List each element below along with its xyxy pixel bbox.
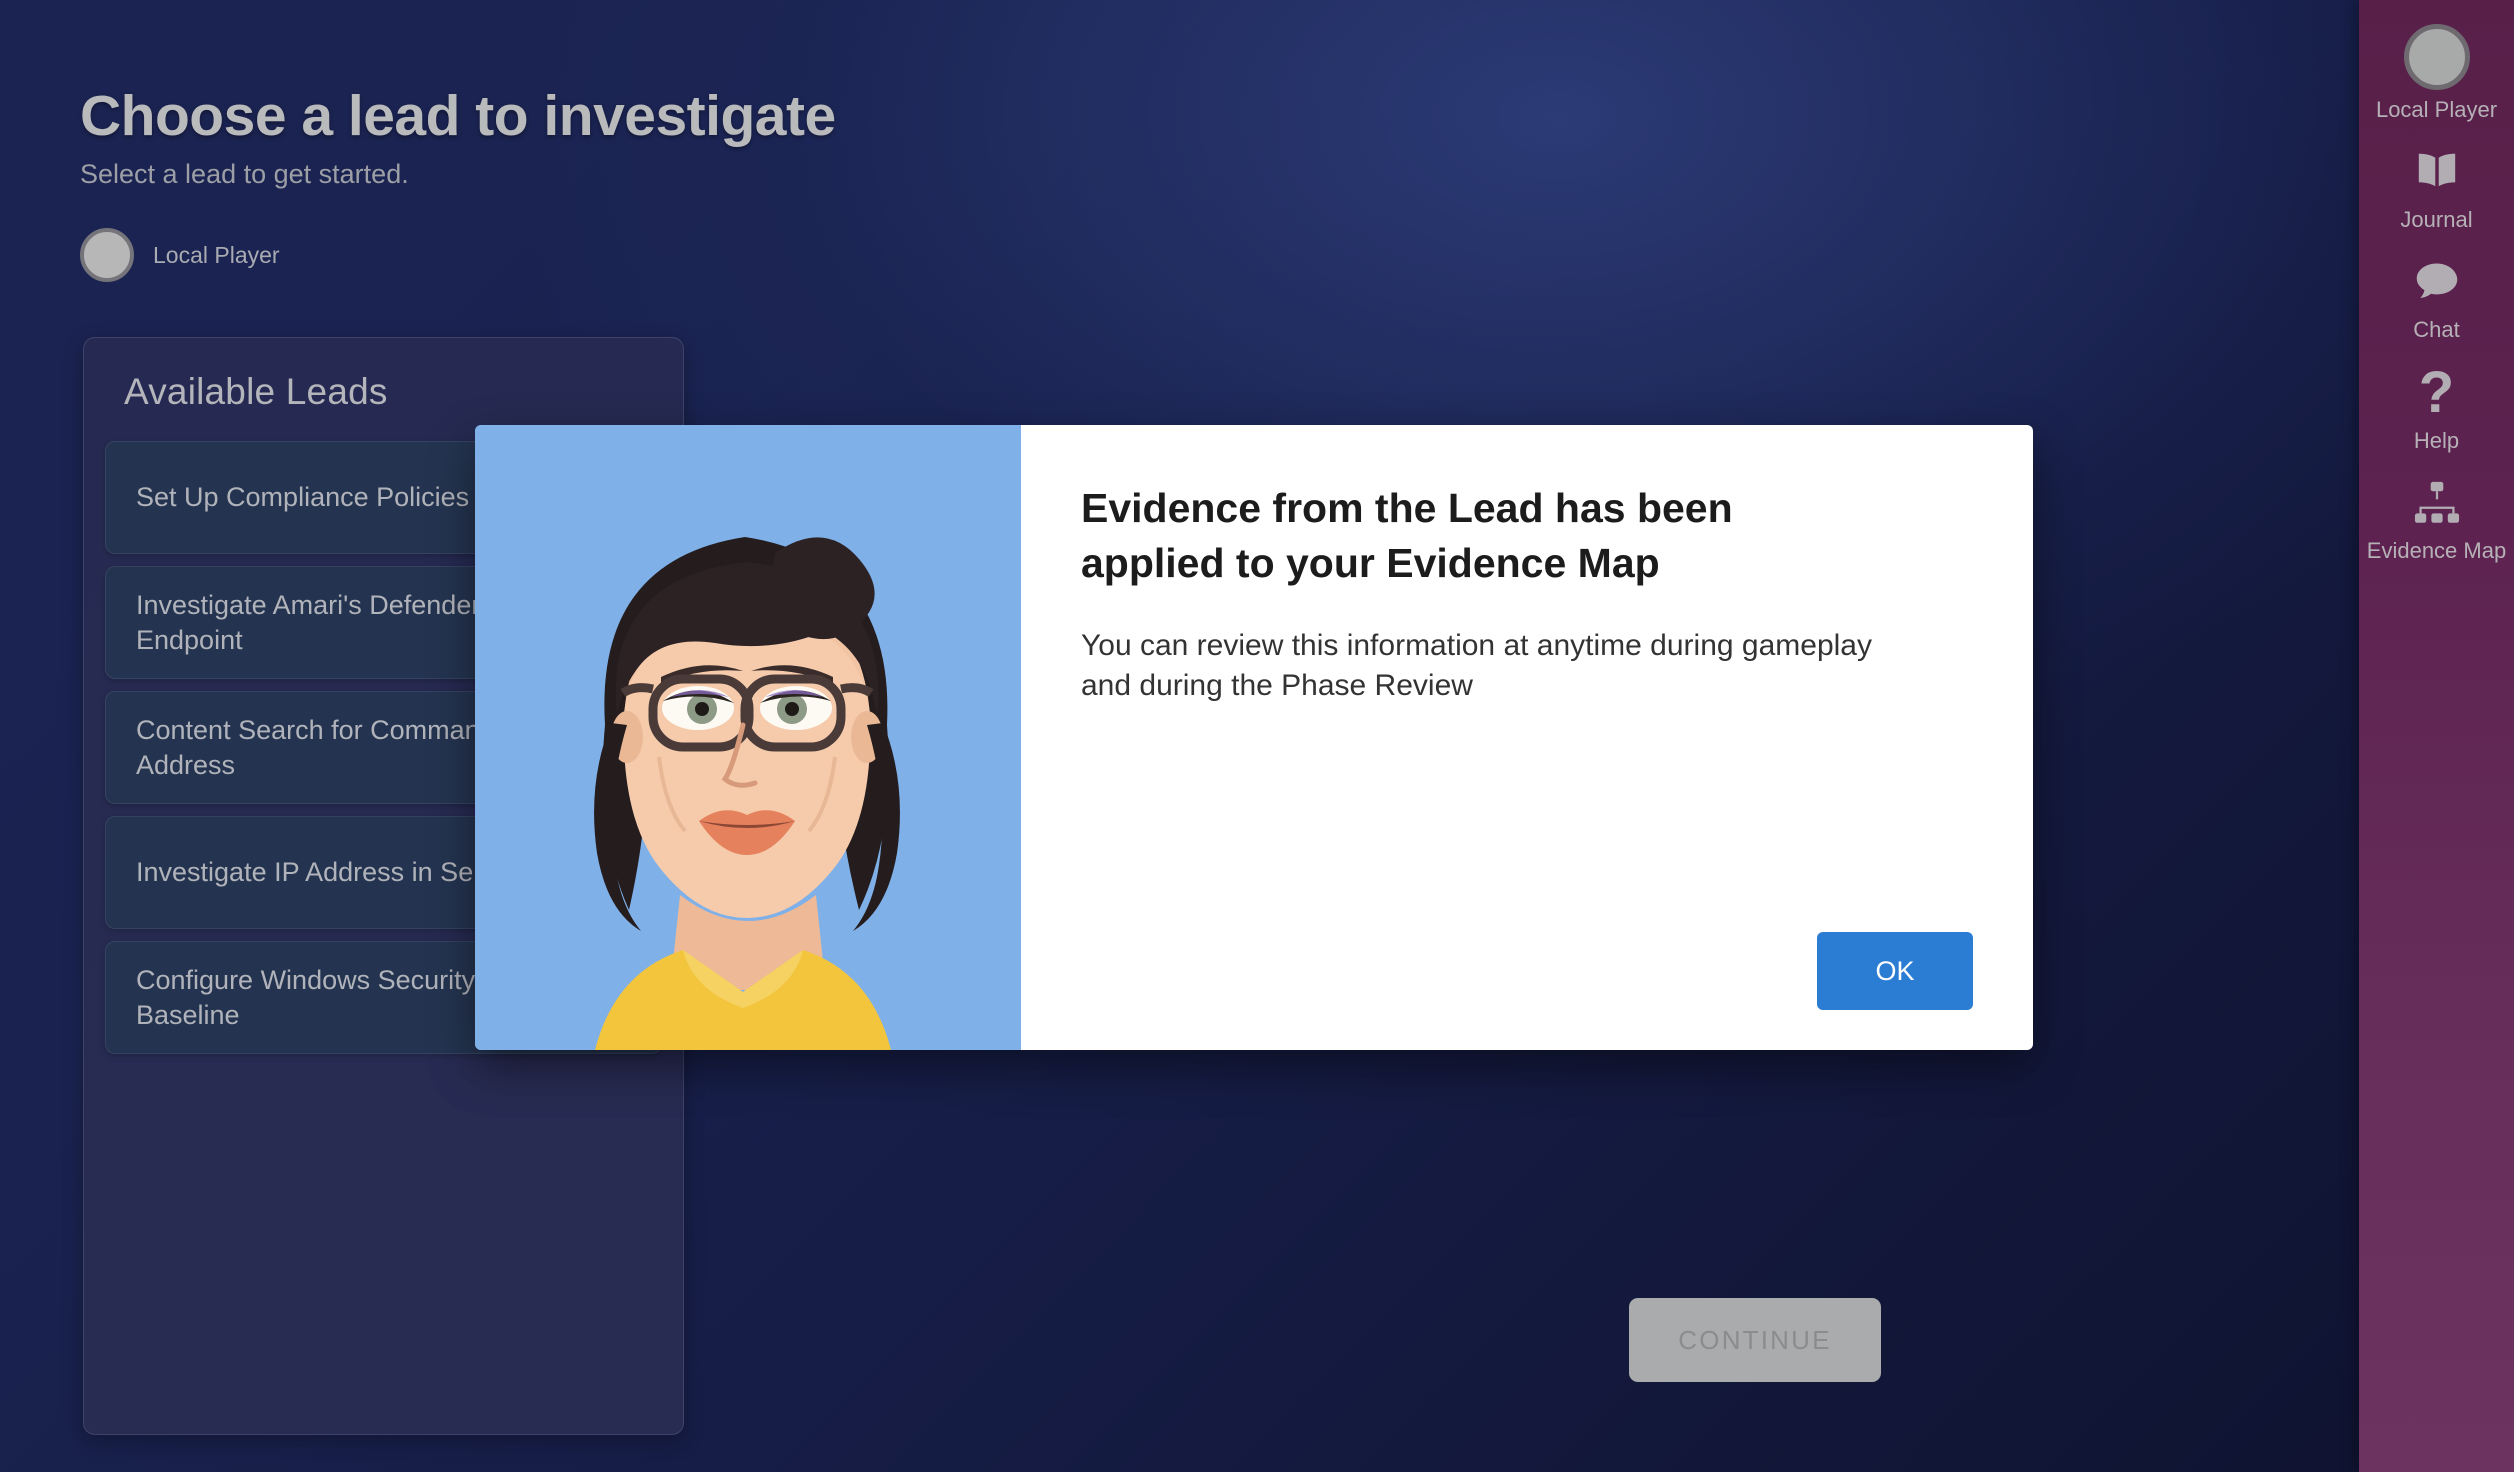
sidebar-item-label: Evidence Map [2366, 537, 2507, 563]
page-title: Choose a lead to investigate [80, 84, 836, 148]
local-player-label: Local Player [153, 241, 280, 268]
continue-button[interactable]: CONTINUE [1629, 1298, 1881, 1382]
page-header: Choose a lead to investigate Select a le… [80, 86, 836, 190]
avatar-circle-icon [2403, 24, 2470, 90]
character-portrait [475, 425, 1021, 1050]
sidebar-item-local-player[interactable]: Local Player [2359, 14, 2514, 134]
avatar-circle-icon [80, 228, 134, 282]
dialog-title: Evidence from the Lead has been applied … [1081, 485, 1733, 586]
sidebar-item-label: Chat [2413, 317, 2460, 343]
lead-title: Set Up Compliance Policies [136, 482, 470, 513]
org-chart-icon [2410, 475, 2464, 531]
question-mark-icon: ? [2418, 359, 2455, 425]
right-sidebar: Local Player Journal Chat? Help Evidence Map [2359, 0, 2514, 1472]
evidence-applied-dialog: Evidence from the Lead has been applied … [475, 425, 2033, 1050]
sidebar-item-journal[interactable]: Journal [2359, 134, 2514, 244]
ok-button[interactable]: OK [1817, 932, 1973, 1010]
page-subtitle: Select a lead to get started. [80, 159, 409, 190]
sidebar-item-label: Help [2413, 427, 2460, 453]
dialog-actions: OK [1081, 932, 1973, 1010]
dialog-message: You can review this information at anyti… [1081, 629, 1872, 703]
dialog-body: Evidence from the Lead has been applied … [1021, 425, 2033, 1050]
game-screen: Choose a lead to investigate Select a le… [0, 0, 2514, 1472]
sidebar-item-evidence-map[interactable]: Evidence Map [2359, 465, 2514, 575]
book-icon [2411, 144, 2463, 200]
sidebar-item-label: Journal [2400, 207, 2473, 233]
sidebar-item-help[interactable]: ? Help [2359, 355, 2514, 465]
sidebar-item-label: Local Player [2375, 97, 2498, 122]
speech-bubble-icon [2410, 254, 2464, 310]
sidebar-item-chat[interactable]: Chat [2359, 244, 2514, 354]
local-player-row: Local Player [80, 228, 280, 282]
available-leads-heading: Available Leads [124, 371, 388, 412]
